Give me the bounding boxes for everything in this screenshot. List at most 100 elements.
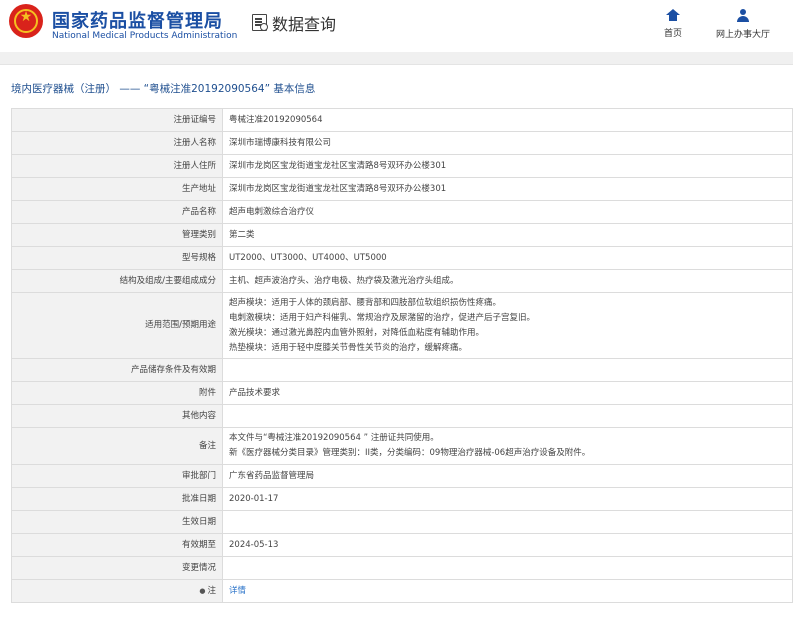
table-row: 产品名称 超声电刺激综合治疗仪 xyxy=(11,200,793,224)
field-label-text: 有效期至 xyxy=(181,539,216,550)
data-query-label: 数据查询 xyxy=(272,15,337,34)
field-label-text: 注册证编号 xyxy=(173,114,216,125)
field-value-line: 本文件与“粤械注准20192090564 ” 注册证共同使用。 xyxy=(229,433,439,443)
field-value: 本文件与“粤械注准20192090564 ” 注册证共同使用。新《医疗器械分类目… xyxy=(222,427,793,465)
field-label: 注册人名称 xyxy=(11,131,223,155)
field-value-text: 深圳市龙岗区宝龙街道宝龙社区宝清路8号双环办公楼301 xyxy=(229,160,447,171)
field-value: 粤械注准20192090564 xyxy=(222,108,793,132)
detail-panel: 境内医疗器械（注册） —— “粤械注准20192090564” 基本信息 注册证… xyxy=(0,64,793,618)
table-row: ● 注详情 xyxy=(11,579,793,603)
field-value-line: 热垫模块：适用于轻中度膝关节骨性关节炎的治疗，缓解疼痛。 xyxy=(229,342,468,353)
field-label-text: 生效日期 xyxy=(181,516,216,527)
field-label: 管理类别 xyxy=(11,223,223,247)
field-label-text: 注册人名称 xyxy=(173,137,216,148)
field-label-text: 其他内容 xyxy=(181,410,216,421)
field-label-text: 结构及组成/主要组成成分 xyxy=(119,275,216,286)
field-value: 产品技术要求 xyxy=(222,381,793,405)
field-value xyxy=(222,510,793,534)
field-label: 附件 xyxy=(11,381,223,405)
table-row: 备注 本文件与“粤械注准20192090564 ” 注册证共同使用。 新《医疗器械分… xyxy=(11,427,793,465)
field-value: 第二类 xyxy=(222,223,793,247)
page-title: 境内医疗器械（注册） —— “粤械注准20192090564” 基本信息 xyxy=(11,83,316,95)
field-label: 产品储存条件及有效期 xyxy=(11,358,223,382)
field-value-line: 激光模块：通过激光鼻腔内血管外照射，对降低血粘度有辅助作用。 xyxy=(229,327,485,338)
field-value: 超声电刺激综合治疗仪 xyxy=(222,200,793,224)
field-label-text: 附件 xyxy=(198,387,216,398)
table-row: 批准日期 2020-01-17 xyxy=(11,487,793,511)
table-row: 注册人住所 深圳市龙岗区宝龙街道宝龙社区宝清路8号双环办公楼301 xyxy=(11,154,793,178)
field-label-text: 管理类别 xyxy=(181,229,216,240)
field-value-text: 第二类 xyxy=(229,229,255,240)
field-label: 生产地址 xyxy=(11,177,223,201)
field-label-text: 变更情况 xyxy=(181,562,216,573)
field-value xyxy=(222,358,793,382)
field-label: 注册证编号 xyxy=(11,108,223,132)
field-value xyxy=(222,404,793,428)
registration-detail-table: 注册证编号 粤械注准20192090564 注册人名称 深圳市瑞博康科技有限公司 注册人… xyxy=(11,108,793,603)
field-label: 批准日期 xyxy=(11,487,223,511)
field-value: 深圳市瑞博康科技有限公司 xyxy=(222,131,793,155)
field-label: 变更情况 xyxy=(11,556,223,580)
field-label: 备注 xyxy=(11,427,223,465)
field-value: UT2000、UT3000、UT4000、UT5000 xyxy=(222,246,793,270)
table-row: 注册人名称 深圳市瑞博康科技有限公司 xyxy=(11,131,793,155)
field-value-text: 超声电刺激综合治疗仪 xyxy=(229,206,315,217)
field-value-text: UT2000、UT3000、UT4000、UT5000 xyxy=(229,252,387,263)
nav-online-service-hall[interactable]: 网上办事大厅 xyxy=(716,9,770,40)
table-row: 管理类别 第二类 xyxy=(11,223,793,247)
field-label-text: 型号规格 xyxy=(181,252,216,263)
field-value: 主机、超声波治疗头、治疗电极、热疗袋及激光治疗头组成。 xyxy=(222,269,793,293)
brand-title-cn: 国家药品监督管理局 xyxy=(52,11,223,32)
pin-icon: ● xyxy=(199,586,206,595)
table-row: 生效日期 xyxy=(11,510,793,534)
nav-home[interactable]: 首页 xyxy=(664,9,682,39)
nav-online-service-label: 网上办事大厅 xyxy=(716,30,771,40)
field-value xyxy=(222,556,793,580)
field-value-text: 2020-01-17 xyxy=(229,493,279,504)
field-label: 结构及组成/主要组成成分 xyxy=(11,269,223,293)
field-value[interactable]: 详情 xyxy=(222,579,793,603)
field-label: 其他内容 xyxy=(11,404,223,428)
field-value-text: 2024-05-13 xyxy=(229,539,279,550)
table-row: 附件 产品技术要求 xyxy=(11,381,793,405)
field-value-line: 超声模块：适用于人体的颈肩部、腰背部和四肢部位软组织损伤性疼痛。 xyxy=(229,297,502,308)
field-value: 广东省药品监督管理局 xyxy=(222,464,793,488)
field-label: 生效日期 xyxy=(11,510,223,534)
table-row: 有效期至 2024-05-13 xyxy=(11,533,793,557)
field-value: 超声模块：适用于人体的颈肩部、腰背部和四肢部位软组织损伤性疼痛。 电刺激模块：适用… xyxy=(222,292,793,359)
field-label: 有效期至 xyxy=(11,533,223,557)
field-value-text: 产品技术要求 xyxy=(229,387,281,398)
table-row: 其他内容 xyxy=(11,404,793,428)
field-value-text: 深圳市瑞博康科技有限公司 xyxy=(229,137,332,148)
field-label-text: 适用范围/预期用途 xyxy=(145,320,216,330)
user-icon xyxy=(736,9,750,22)
table-row: 结构及组成/主要组成成分 主机、超声波治疗头、治疗电极、热疗袋及激光治疗头组成。 xyxy=(11,269,793,293)
field-value: 深圳市龙岗区宝龙街道宝龙社区宝清路8号双环办公楼301 xyxy=(222,154,793,178)
table-row: 生产地址 深圳市龙岗区宝龙街道宝龙社区宝清路8号双环办公楼301 xyxy=(11,177,793,201)
site-header: ★ 国家药品监督管理局 National Medical Products Ad… xyxy=(0,0,793,52)
field-value: 2020-01-17 xyxy=(222,487,793,511)
field-value-text: 粤械注准20192090564 xyxy=(229,114,323,125)
field-label-text: 产品储存条件及有效期 xyxy=(130,364,216,375)
field-label-text: 审批部门 xyxy=(181,470,216,481)
field-value-line: 新《医疗器械分类目录》管理类别：II类，分类编码：09物理治疗器械-06超声治疗… xyxy=(229,448,591,458)
field-label: 型号规格 xyxy=(11,246,223,270)
field-label-text: 批准日期 xyxy=(181,493,216,504)
field-label: ● 注 xyxy=(11,579,223,603)
table-row: 审批部门 广东省药品监督管理局 xyxy=(11,464,793,488)
field-value-text: 广东省药品监督管理局 xyxy=(229,470,315,481)
field-label-text: 注册人住所 xyxy=(173,160,216,171)
table-row: 注册证编号 粤械注准20192090564 xyxy=(11,108,793,132)
document-search-icon xyxy=(252,14,268,31)
nav-home-label: 首页 xyxy=(664,29,683,39)
national-emblem-logo: ★ xyxy=(9,4,43,38)
field-label: 审批部门 xyxy=(11,464,223,488)
field-label-text: 产品名称 xyxy=(181,206,216,217)
field-value: 深圳市龙岗区宝龙街道宝龙社区宝清路8号双环办公楼301 xyxy=(222,177,793,201)
details-link[interactable]: 详情 xyxy=(229,586,246,596)
field-label-text: 备注 xyxy=(198,440,216,451)
table-row: 型号规格 UT2000、UT3000、UT4000、UT5000 xyxy=(11,246,793,270)
home-icon xyxy=(666,9,680,21)
field-label: 注册人住所 xyxy=(11,154,223,178)
table-row: 变更情况 xyxy=(11,556,793,580)
